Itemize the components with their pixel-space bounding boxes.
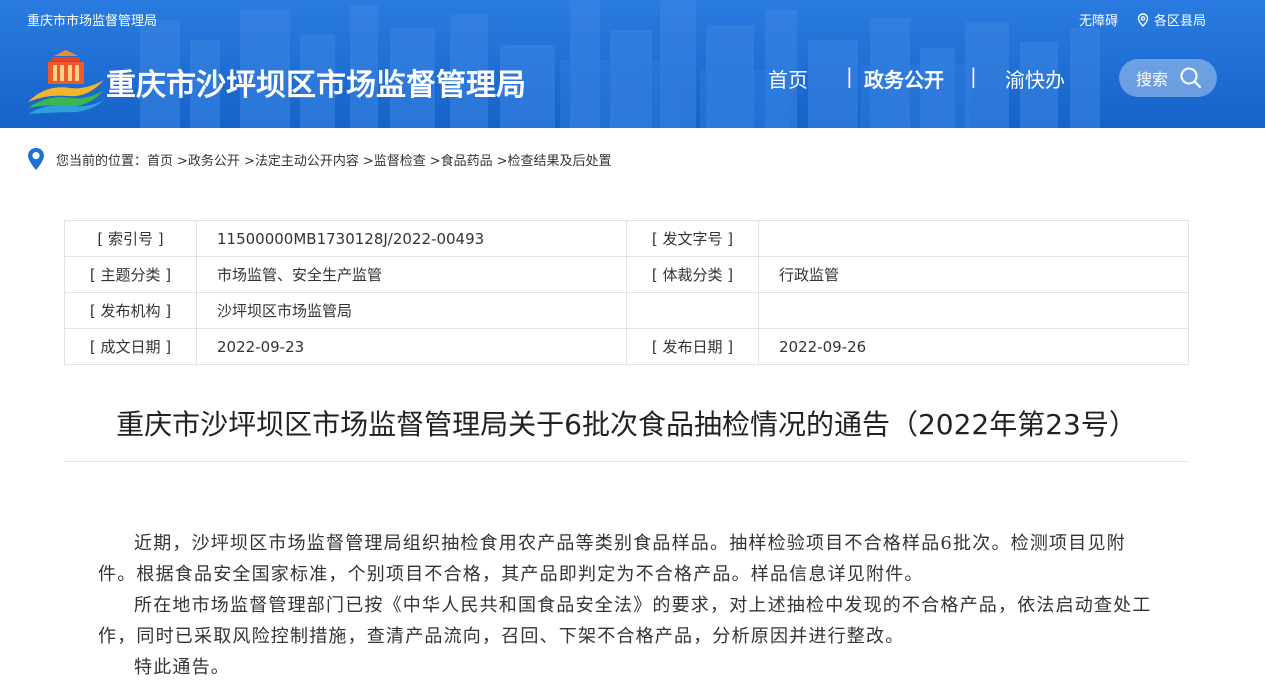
info-value: 沙坪坝区市场监管局: [196, 292, 627, 329]
nav-home[interactable]: 首页: [768, 64, 808, 96]
breadcrumb: 您当前的位置： 首页 >政务公开 >法定主动公开内容 >监督检查 >食品药品 >…: [26, 147, 616, 171]
info-label: [ 成文日期 ]: [64, 328, 197, 365]
search-icon: [1180, 67, 1202, 89]
info-value: 市场监管、安全生产监管: [196, 256, 627, 293]
article-paragraph: 所在地市场监督管理部门已按《中华人民共和国食品安全法》的要求，对上述抽检中发现的…: [98, 595, 1152, 647]
location-outline-icon: [1137, 12, 1149, 27]
parent-site-link[interactable]: 重庆市市场监督管理局: [27, 10, 157, 29]
info-value: [758, 220, 1189, 257]
info-label: [626, 292, 759, 329]
breadcrumb-item[interactable]: >政务公开: [177, 150, 240, 169]
district-bureaus-link[interactable]: 各区县局: [1136, 10, 1206, 29]
search-button[interactable]: 搜索: [1119, 59, 1217, 97]
info-value: 2022-09-23: [196, 328, 627, 365]
info-label: [ 发布日期 ]: [626, 328, 759, 365]
info-label: [ 发布机构 ]: [64, 292, 197, 329]
nav-gov-affairs[interactable]: 政务公开: [864, 64, 944, 96]
emblem-logo[interactable]: [26, 50, 106, 114]
info-label: [ 索引号 ]: [64, 220, 197, 257]
breadcrumb-item[interactable]: >食品药品: [430, 150, 493, 169]
breadcrumb-prefix: 您当前的位置：: [56, 153, 148, 169]
site-header: 重庆市市场监督管理局 无障碍 各区县局 重庆市沙坪坝区市场监督管理局 首页 | …: [0, 0, 1265, 128]
table-row: [ 发布机构 ] 沙坪坝区市场监管局: [64, 292, 1189, 329]
info-value: [758, 292, 1189, 329]
info-value: 11500000MB1730128J/2022-00493: [196, 220, 627, 257]
district-link-label: 各区县局: [1154, 14, 1207, 29]
breadcrumb-item[interactable]: >检查结果及后处置: [497, 150, 612, 169]
table-row: [ 主题分类 ] 市场监管、安全生产监管 [ 体裁分类 ] 行政监管: [64, 256, 1189, 293]
article-paragraph: 近期，沙坪坝区市场监督管理局组织抽检食用农产品等类别食品样品。抽样检验项目不合格…: [98, 533, 1126, 585]
table-row: [ 索引号 ] 11500000MB1730128J/2022-00493 [ …: [64, 220, 1189, 257]
table-row: [ 成文日期 ] 2022-09-23 [ 发布日期 ] 2022-09-26: [64, 328, 1189, 365]
location-pin-icon: [28, 148, 44, 170]
accessibility-link[interactable]: 无障碍: [1079, 10, 1118, 29]
nav-separator: |: [970, 64, 977, 88]
search-label: 搜索: [1136, 70, 1169, 89]
article-body: 近期，沙坪坝区市场监督管理局组织抽检食用农产品等类别食品样品。抽样检验项目不合格…: [98, 528, 1160, 683]
document-info-table: [ 索引号 ] 11500000MB1730128J/2022-00493 [ …: [64, 220, 1189, 365]
info-value: 2022-09-26: [758, 328, 1189, 365]
title-divider: [64, 461, 1189, 462]
top-utility-bar: 重庆市市场监督管理局 无障碍 各区县局: [0, 0, 1265, 38]
breadcrumb-item[interactable]: >监督检查: [363, 150, 426, 169]
article-title: 重庆市沙坪坝区市场监督管理局关于6批次食品抽检情况的通告（2022年第23号）: [116, 408, 1137, 441]
info-label: [ 主题分类 ]: [64, 256, 197, 293]
info-value: 行政监管: [758, 256, 1189, 293]
info-label: [ 发文字号 ]: [626, 220, 759, 257]
breadcrumb-item[interactable]: >法定主动公开内容: [244, 150, 359, 169]
nav-yukuaiban[interactable]: 渝快办: [1005, 64, 1065, 96]
breadcrumb-item[interactable]: 首页: [147, 150, 173, 169]
site-title: 重庆市沙坪坝区市场监督管理局: [106, 68, 526, 103]
article-paragraph: 特此通告。: [134, 657, 230, 678]
info-label: [ 体裁分类 ]: [626, 256, 759, 293]
nav-separator: |: [846, 64, 853, 88]
